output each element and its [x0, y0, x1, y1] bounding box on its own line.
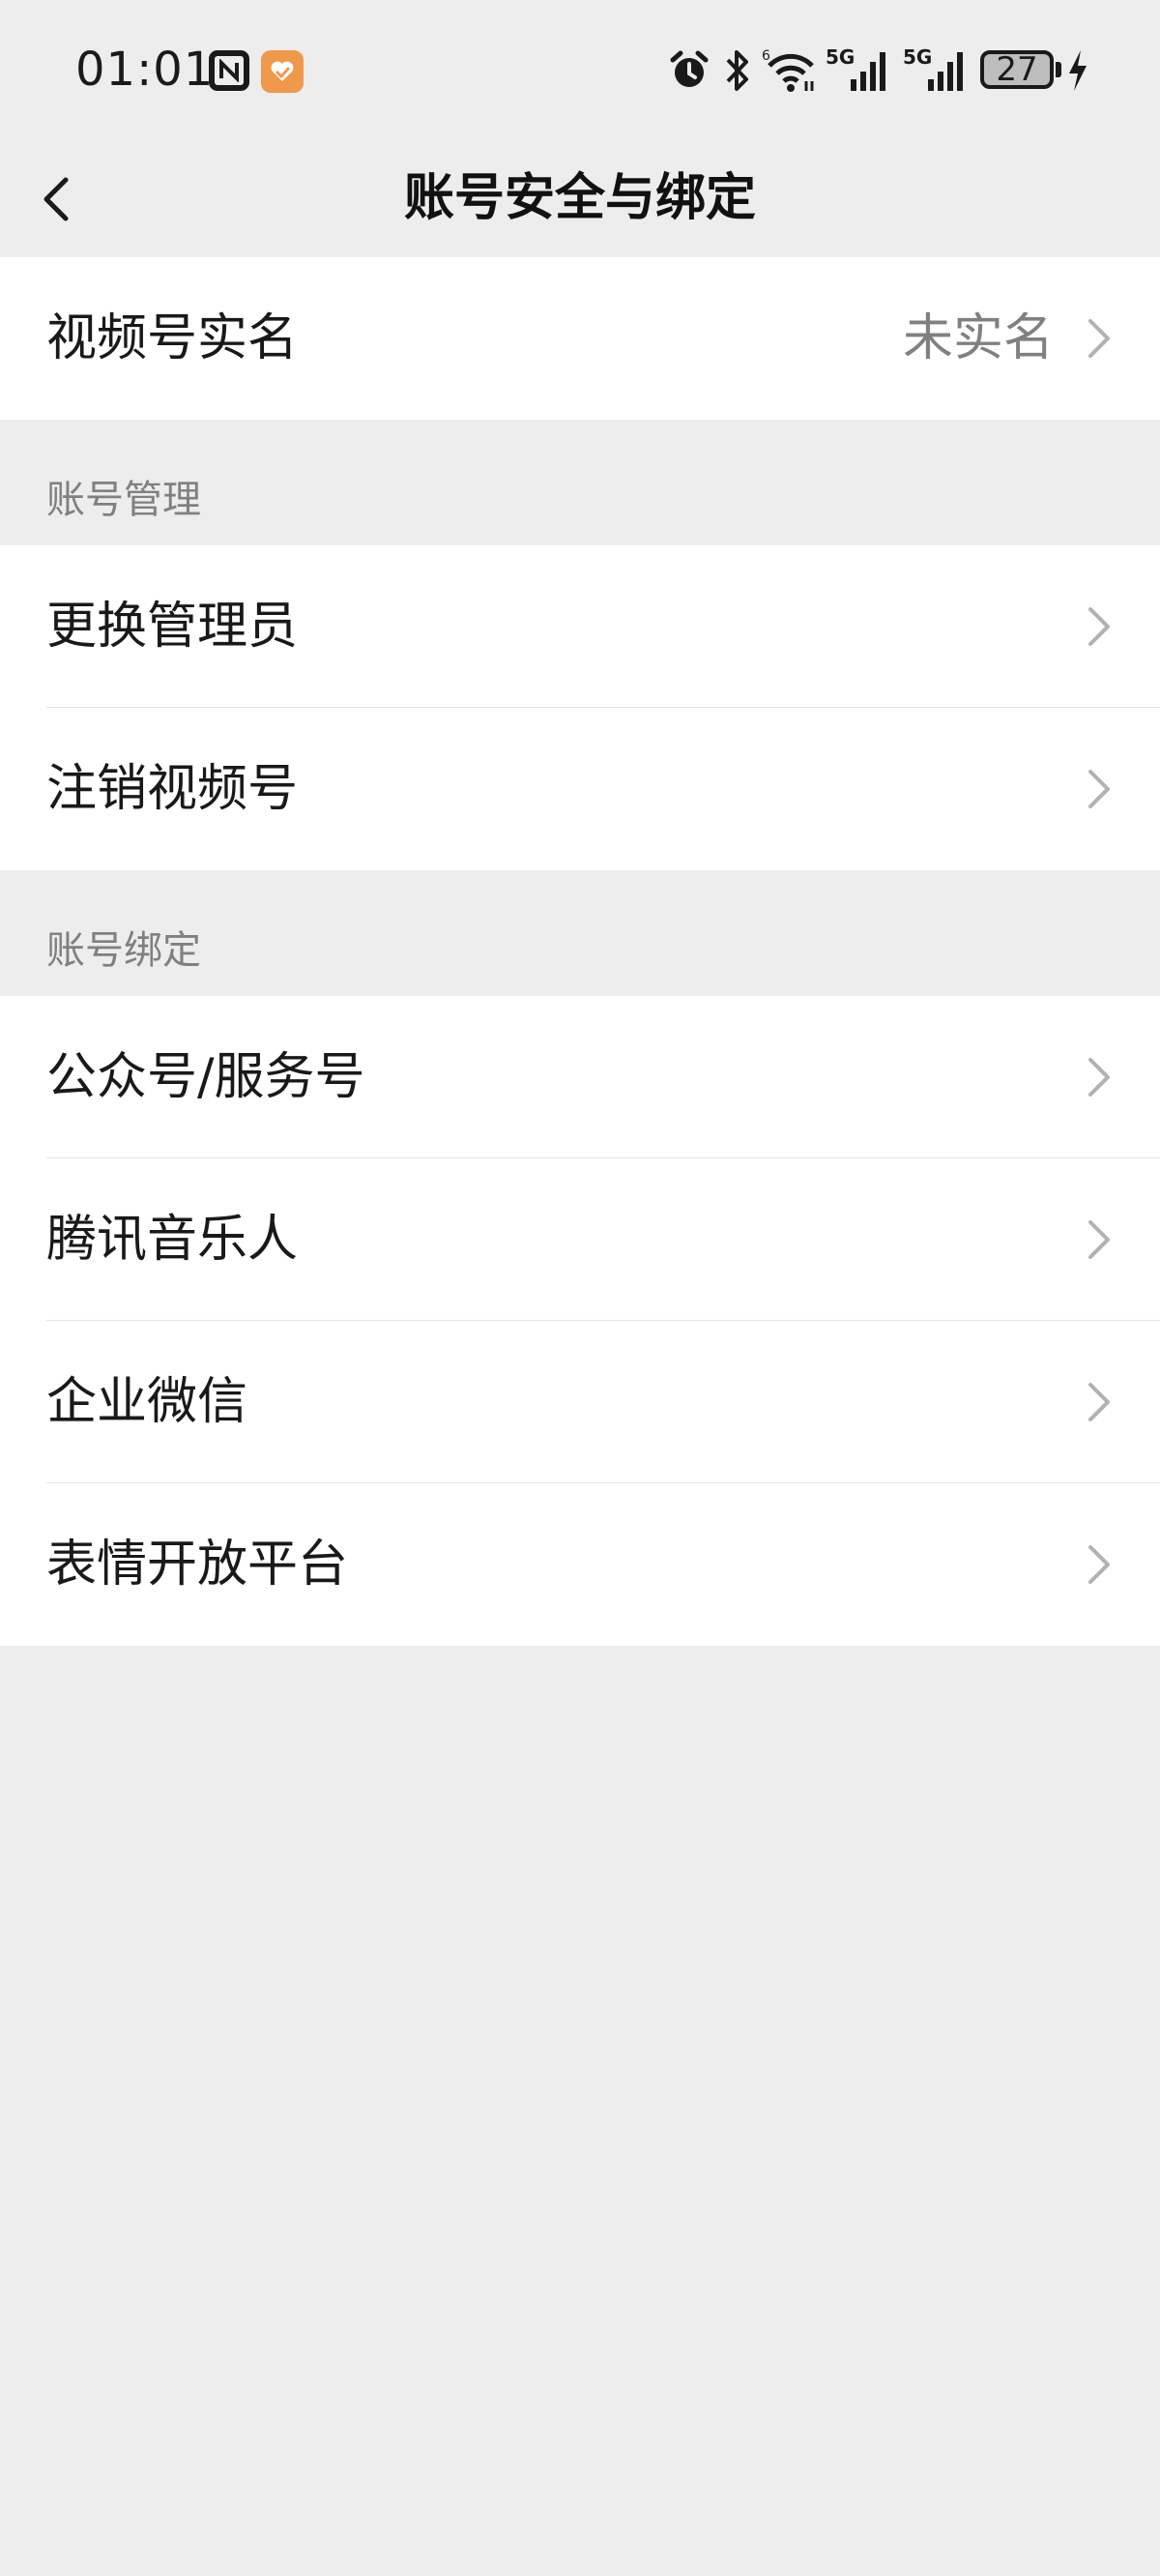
svg-text:5G: 5G	[903, 46, 932, 69]
battery-tip	[1056, 62, 1061, 77]
nfc-icon	[209, 50, 249, 91]
status-time: 01:01	[75, 43, 215, 97]
health-app-icon	[261, 50, 304, 93]
bluetooth-icon	[726, 50, 748, 91]
real-name-section: 视频号实名 未实名	[0, 257, 1160, 420]
real-name-row[interactable]: 视频号实名 未实名	[0, 257, 1160, 420]
battery-level: 27	[996, 50, 1038, 89]
chevron-right-icon	[1088, 1220, 1110, 1259]
chevron-right-icon	[1088, 770, 1110, 808]
charging-icon	[1069, 50, 1087, 91]
item-label: 企业微信	[46, 1373, 248, 1431]
item-label: 公众号/服务号	[46, 1048, 365, 1106]
list-item[interactable]: 企业微信	[0, 1321, 1160, 1483]
account-binding-section: 公众号/服务号 腾讯音乐人 企业微信 表情开放平台	[0, 996, 1160, 1646]
list-item[interactable]: 公众号/服务号	[0, 996, 1160, 1158]
real-name-label: 视频号实名	[46, 309, 299, 367]
list-item[interactable]: 腾讯音乐人	[0, 1158, 1160, 1321]
list-item[interactable]: 更换管理员	[0, 545, 1160, 708]
real-name-status: 未实名	[902, 309, 1054, 367]
wifi-icon: 6	[762, 48, 814, 92]
group-header-account-binding: 账号绑定	[46, 928, 201, 973]
chevron-right-icon	[1088, 1545, 1110, 1584]
chevron-right-icon	[1088, 319, 1110, 358]
svg-text:6: 6	[762, 48, 770, 64]
group-header-account-management: 账号管理	[46, 478, 201, 522]
chevron-right-icon	[1088, 607, 1110, 646]
signal-5g-icon: 5G	[826, 46, 885, 91]
status-bar: 01:01 6 5G 5G 27	[0, 0, 1160, 141]
list-item[interactable]: 表情开放平台	[0, 1483, 1160, 1646]
list-item[interactable]: 注销视频号	[0, 708, 1160, 870]
item-label: 注销视频号	[46, 760, 299, 818]
item-label: 更换管理员	[46, 598, 299, 656]
account-management-section: 更换管理员 注销视频号	[0, 545, 1160, 870]
item-label: 腾讯音乐人	[46, 1211, 299, 1269]
item-label: 表情开放平台	[46, 1536, 349, 1594]
alarm-icon	[670, 50, 709, 87]
page-title: 账号安全与绑定	[403, 169, 756, 227]
nav-bar: 账号安全与绑定	[0, 141, 1160, 257]
signal-5g-icon: 5G	[903, 46, 963, 91]
chevron-right-icon	[1088, 1058, 1110, 1097]
svg-text:5G: 5G	[826, 46, 855, 69]
chevron-right-icon	[1088, 1383, 1110, 1421]
